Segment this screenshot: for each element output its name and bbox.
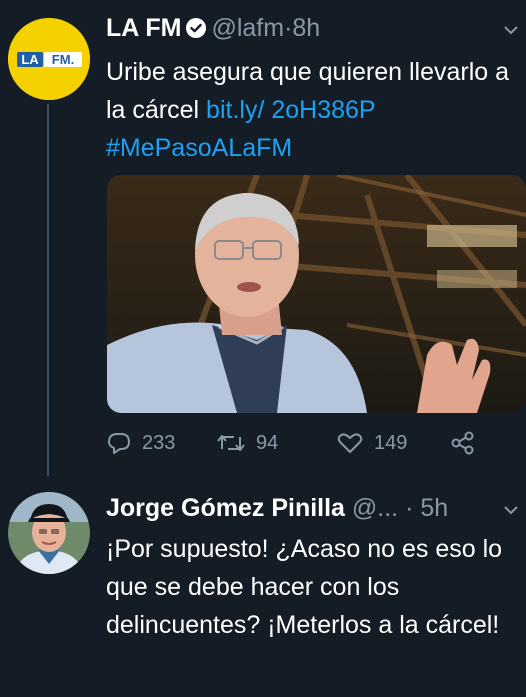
- svg-text:FM.: FM.: [52, 52, 74, 67]
- tweet-actions: 233 94 149: [106, 428, 506, 458]
- tweet-lafm[interactable]: LA FM. LA FM @lafm·8h Uribe asegura que q…: [0, 0, 526, 470]
- separator-dot: ·: [405, 494, 414, 522]
- display-name[interactable]: LA FM: [106, 14, 181, 42]
- retweet-icon: [217, 435, 245, 451]
- reply-count: 233: [142, 431, 176, 454]
- like-count: 149: [374, 431, 408, 454]
- handle[interactable]: @lafm: [211, 14, 284, 42]
- avatar-lafm[interactable]: LA FM.: [8, 18, 90, 100]
- share-button[interactable]: [450, 428, 486, 458]
- reply-icon: [108, 433, 130, 454]
- retweet-count: 94: [256, 431, 279, 454]
- reply-button[interactable]: 233: [106, 428, 175, 458]
- photo-man-gesturing: [107, 175, 526, 413]
- display-name[interactable]: Jorge Gómez Pinilla: [106, 494, 345, 522]
- tweet-header: Jorge Gómez Pinilla @... · 5h: [106, 492, 448, 524]
- user-photo-icon: [8, 492, 90, 574]
- chevron-down-icon[interactable]: [503, 504, 519, 516]
- tweet-header: LA FM @lafm·8h: [106, 12, 320, 47]
- tweet-media-photo[interactable]: [107, 175, 526, 413]
- tweet-reply[interactable]: Jorge Gómez Pinilla @... · 5h ¡Por supue…: [0, 470, 526, 697]
- heart-icon: [337, 433, 363, 453]
- timestamp[interactable]: 5h: [420, 494, 448, 522]
- tweet-text: Uribe asegura que quieren llevarlo a la …: [106, 53, 516, 167]
- handle[interactable]: @...: [352, 494, 398, 522]
- retweet-button[interactable]: 94: [216, 428, 278, 458]
- tweet-text: ¡Por supuesto! ¿Acaso no es eso lo que s…: [106, 535, 503, 639]
- tweet-hashtag[interactable]: #MePasoALaFM: [106, 134, 292, 162]
- tweet-link[interactable]: bit.ly/ 2oH386P: [206, 96, 375, 124]
- svg-text:LA: LA: [21, 52, 39, 67]
- timestamp[interactable]: 8h: [292, 14, 320, 42]
- avatar-jorge[interactable]: [8, 492, 90, 574]
- chevron-down-icon[interactable]: [503, 24, 519, 36]
- lafm-logo-icon: LA FM.: [8, 18, 90, 100]
- share-icon: [451, 431, 474, 455]
- like-button[interactable]: 149: [336, 428, 407, 458]
- verified-badge-icon: [185, 15, 207, 47]
